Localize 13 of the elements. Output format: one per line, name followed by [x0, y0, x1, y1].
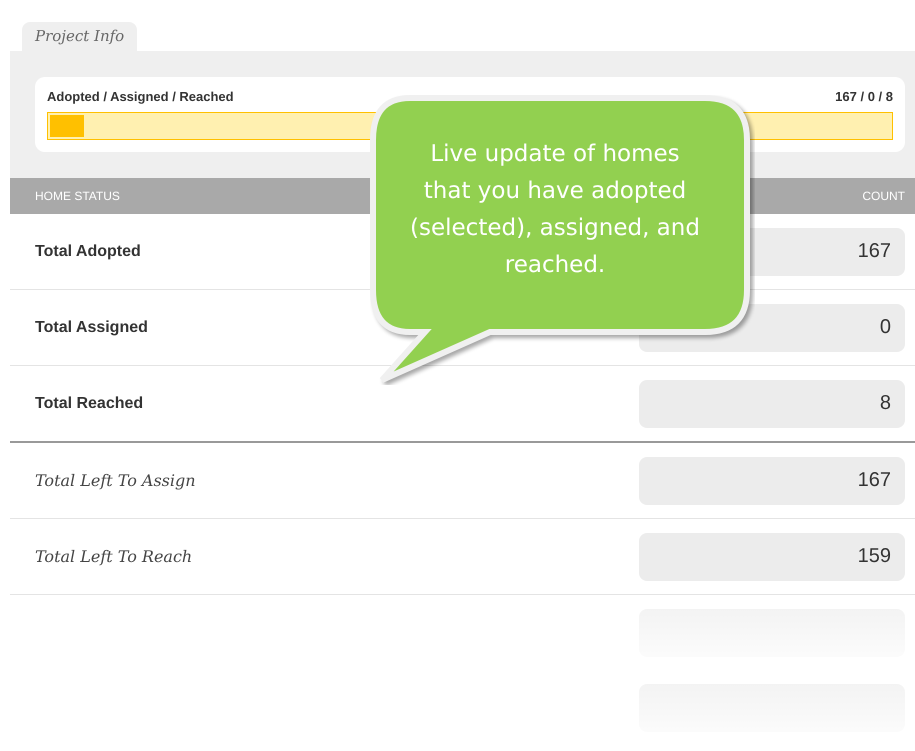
count-value: 8	[639, 380, 905, 428]
row-label: Total Assigned	[35, 318, 148, 336]
column-header: HOME STATUS	[35, 189, 120, 203]
tab[interactable]: Project Info	[22, 22, 138, 51]
row-label: Total Adopted	[35, 242, 141, 260]
row-label: Total Reached	[35, 394, 144, 412]
row-label: Total Left To Assign	[35, 471, 196, 490]
column-header: COUNT	[862, 189, 905, 203]
count-value: 167	[639, 456, 905, 504]
progress-label: Adopted / Assigned / Reached	[47, 89, 234, 104]
row-label: Total Left To Reach	[35, 547, 192, 566]
progress-reading: 167 / 0 / 8	[835, 89, 893, 104]
count-value: 159	[639, 532, 905, 580]
